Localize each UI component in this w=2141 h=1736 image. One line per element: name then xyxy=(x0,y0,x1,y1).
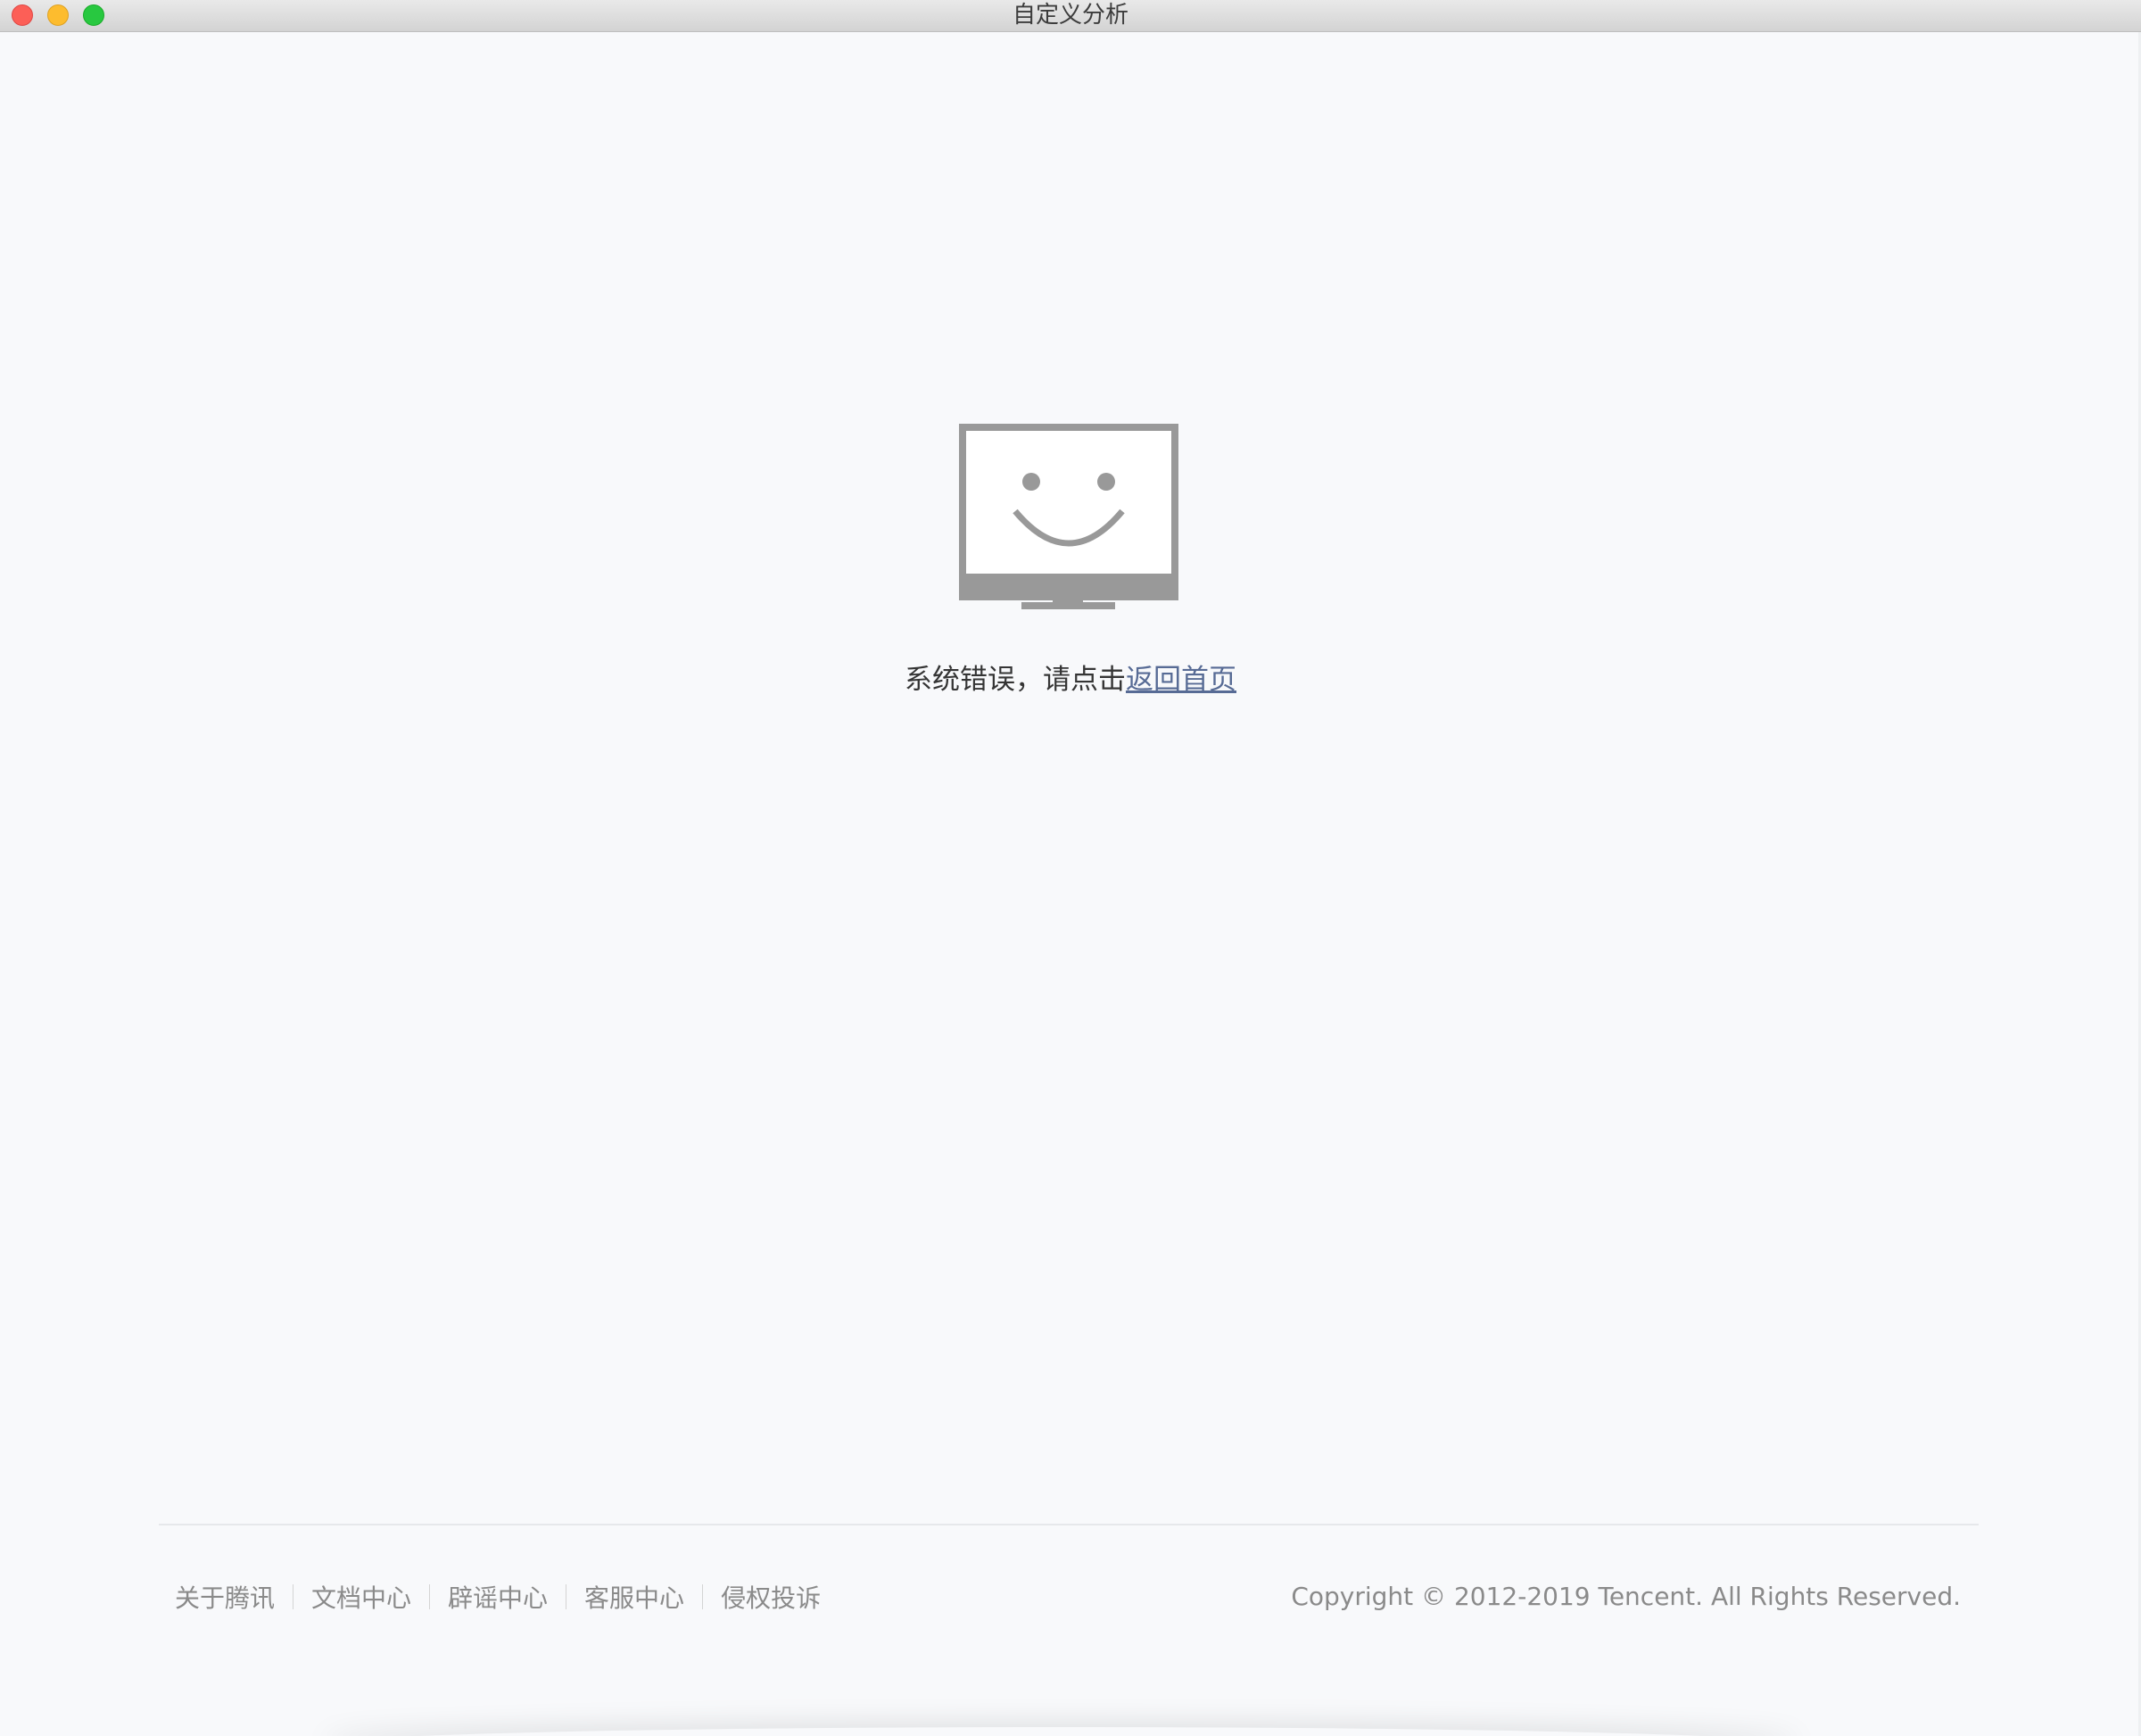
footer-link-docs[interactable]: 文档中心 xyxy=(311,1579,411,1615)
window-title: 自定义分析 xyxy=(1012,2,1128,29)
return-home-link[interactable]: 返回首页 xyxy=(1126,664,1236,696)
footer-link-about[interactable]: 关于腾讯 xyxy=(175,1579,275,1615)
title-bar[interactable]: 自定义分析 xyxy=(0,0,2141,32)
footer-divider xyxy=(159,1524,1979,1525)
error-text: 系统错误，请点击 xyxy=(905,664,1126,696)
footer-link-support[interactable]: 客服中心 xyxy=(584,1579,684,1615)
smiling-monitor-icon xyxy=(959,424,1178,609)
footer-link-complaint[interactable]: 侵权投诉 xyxy=(721,1579,821,1615)
footer-link-rumor[interactable]: 辟谣中心 xyxy=(448,1579,548,1615)
footer-separator xyxy=(429,1584,431,1609)
copyright-text: Copyright © 2012-2019 Tencent. All Right… xyxy=(1291,1582,1961,1611)
main-content: 系统错误，请点击返回首页 关于腾讯 文档中心 辟谣中心 客服中心 侵权投诉 Co… xyxy=(0,32,2141,1736)
app-window: 自定义分析 系统错误，请点击返回首页 关于腾讯 文档中心 辟谣中心 客服中心 侵… xyxy=(0,0,2141,1736)
footer-separator xyxy=(702,1584,704,1609)
footer-links: 关于腾讯 文档中心 辟谣中心 客服中心 侵权投诉 xyxy=(175,1579,821,1615)
error-message: 系统错误，请点击返回首页 xyxy=(0,658,2141,701)
